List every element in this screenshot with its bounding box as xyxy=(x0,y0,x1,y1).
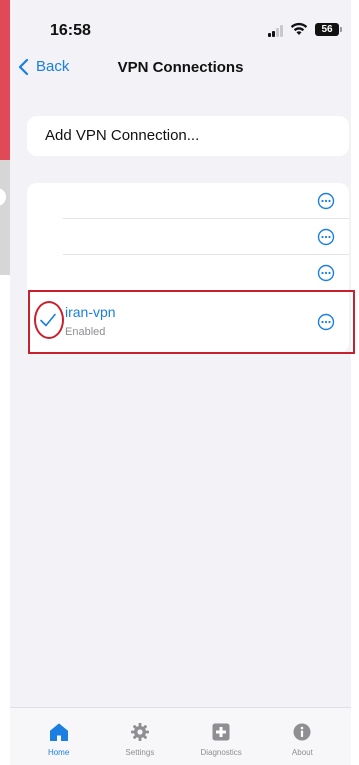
nav-bar: Back VPN Connections xyxy=(10,40,351,90)
page-title: VPN Connections xyxy=(117,59,244,76)
tab-label: Settings xyxy=(125,748,155,757)
more-options-icon[interactable] xyxy=(317,228,335,246)
more-options-icon[interactable] xyxy=(317,313,335,331)
phone-screen: 16:58 56 Back VPN Connections Add VPN Co… xyxy=(10,0,351,765)
tab-label: Diagnostics xyxy=(200,748,242,757)
add-vpn-connection-button[interactable]: Add VPN Connection... xyxy=(27,116,349,156)
tab-diagnostics[interactable]: Diagnostics xyxy=(181,708,262,765)
wifi-icon xyxy=(290,22,308,35)
tab-about[interactable]: About xyxy=(262,708,343,765)
add-vpn-connection-label: Add VPN Connection... xyxy=(45,127,200,144)
gear-icon xyxy=(130,723,149,741)
vpn-list-item[interactable] xyxy=(27,183,349,219)
vpn-connection-list: iran-vpn Enabled xyxy=(27,183,349,353)
more-options-icon[interactable] xyxy=(317,264,335,282)
vpn-list-item[interactable] xyxy=(27,219,349,255)
diagnostics-icon xyxy=(212,723,230,741)
info-icon xyxy=(293,723,311,741)
background-red-strip xyxy=(0,0,10,160)
status-time: 16:58 xyxy=(50,22,91,39)
vpn-list-item-selected[interactable]: iran-vpn Enabled xyxy=(27,291,349,353)
vpn-status: Enabled xyxy=(65,326,106,338)
home-icon xyxy=(49,723,68,741)
background-gray-strip xyxy=(0,160,10,275)
battery-level: 56 xyxy=(321,24,333,35)
tab-label: About xyxy=(291,748,313,757)
tab-label: Home xyxy=(47,748,70,757)
tab-home[interactable]: Home xyxy=(18,708,99,765)
tab-bar: Home Settings Diagnostics About xyxy=(10,707,351,765)
vpn-list-item[interactable] xyxy=(27,255,349,291)
vpn-name: iran-vpn xyxy=(65,304,116,320)
checkmark-icon xyxy=(39,311,57,329)
tab-settings[interactable]: Settings xyxy=(99,708,180,765)
signal-icon xyxy=(268,25,284,37)
status-bar: 16:58 56 xyxy=(10,0,351,40)
battery-icon: 56 xyxy=(315,23,342,36)
more-options-icon[interactable] xyxy=(317,192,335,210)
